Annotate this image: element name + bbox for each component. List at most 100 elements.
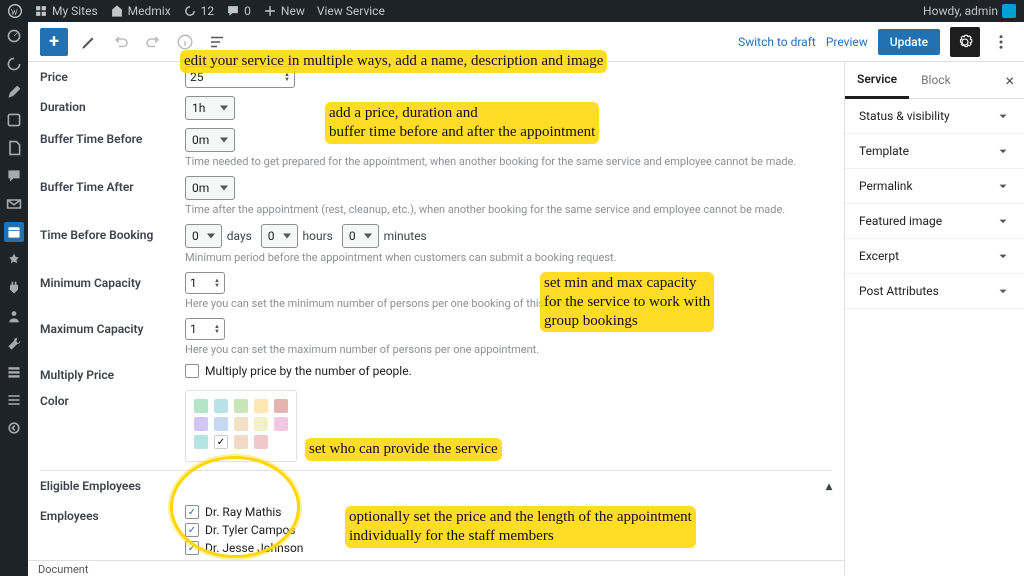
- comments-link[interactable]: 0: [226, 4, 251, 18]
- menu-settings[interactable]: [4, 362, 24, 382]
- swatch[interactable]: [194, 435, 208, 449]
- employee-checkbox[interactable]: [185, 541, 199, 555]
- duration-select[interactable]: 1h: [185, 96, 235, 120]
- more-icon[interactable]: [990, 31, 1012, 53]
- swatch[interactable]: [194, 417, 208, 431]
- menu-media[interactable]: [4, 110, 24, 130]
- price-input[interactable]: 25▲▼: [185, 66, 295, 88]
- spinner-icon[interactable]: ▲▼: [214, 278, 220, 288]
- menu-mail[interactable]: [4, 194, 24, 214]
- tbb-days-l: days: [227, 229, 252, 243]
- footer-breadcrumb[interactable]: Document: [28, 560, 844, 576]
- eligible-employees-section[interactable]: Eligible Employees ▴: [40, 470, 832, 501]
- min-cap-input[interactable]: 1▲▼: [185, 272, 225, 294]
- redo-icon[interactable]: [142, 31, 164, 53]
- buffer-before-hint: Time needed to get prepared for the appo…: [185, 155, 832, 168]
- updates-link[interactable]: 12: [183, 4, 215, 18]
- sitename-link[interactable]: Medmix: [110, 4, 171, 18]
- menu-tools[interactable]: [4, 334, 24, 354]
- new-link[interactable]: New: [263, 4, 305, 18]
- comments-count: 0: [244, 4, 251, 18]
- chevron-down-icon: [996, 214, 1010, 228]
- multiply-cb-label: Multiply price by the number of people.: [205, 364, 412, 378]
- info-icon[interactable]: [174, 31, 196, 53]
- swatch-selected[interactable]: ✓: [214, 435, 228, 449]
- menu-bookit[interactable]: [4, 222, 24, 242]
- editor-toolbar: + Switch to draft Preview Update: [28, 22, 1024, 62]
- panel-template[interactable]: Template: [845, 134, 1024, 169]
- chevron-down-icon: [996, 284, 1010, 298]
- panel-permalink[interactable]: Permalink: [845, 169, 1024, 204]
- howdy-link[interactable]: Howdy, admin: [923, 4, 1016, 18]
- undo-icon[interactable]: [110, 31, 132, 53]
- settings-gear-button[interactable]: [950, 27, 980, 57]
- tbb-days-select[interactable]: 0: [185, 224, 222, 248]
- max-cap-label: Maximum Capacity: [40, 318, 185, 336]
- swatch[interactable]: [234, 417, 248, 431]
- chevron-down-icon: [996, 109, 1010, 123]
- duration-label: Duration: [40, 96, 185, 114]
- employee-name: Dr. Ray Mathis: [205, 505, 282, 519]
- menu-dashboard[interactable]: [4, 26, 24, 46]
- panel-post-attributes[interactable]: Post Attributes: [845, 274, 1024, 309]
- spinner-icon[interactable]: ▲▼: [214, 324, 220, 334]
- view-service-link[interactable]: View Service: [317, 4, 385, 18]
- swatch[interactable]: [234, 435, 248, 449]
- employee-checkbox[interactable]: [185, 523, 199, 537]
- color-label: Color: [40, 390, 185, 408]
- swatch[interactable]: [234, 399, 248, 413]
- menu-users[interactable]: [4, 306, 24, 326]
- panel-status[interactable]: Status & visibility: [845, 99, 1024, 134]
- min-cap-label: Minimum Capacity: [40, 272, 185, 290]
- multiply-checkbox[interactable]: [185, 364, 199, 378]
- edit-icon[interactable]: [78, 31, 100, 53]
- swatch[interactable]: [194, 399, 208, 413]
- swatch[interactable]: [274, 417, 288, 431]
- menu-comments[interactable]: [4, 166, 24, 186]
- close-settings-icon[interactable]: ×: [995, 71, 1024, 90]
- menu-pages[interactable]: [4, 138, 24, 158]
- viewservice-label: View Service: [317, 4, 385, 18]
- chevron-up-icon: ▴: [826, 479, 832, 493]
- swatch[interactable]: [274, 399, 288, 413]
- updates-count: 12: [201, 4, 215, 18]
- swatch[interactable]: [214, 417, 228, 431]
- update-button[interactable]: Update: [878, 29, 940, 55]
- tbb-label: Time Before Booking: [40, 224, 185, 242]
- outline-icon[interactable]: [206, 31, 228, 53]
- swatch[interactable]: [214, 399, 228, 413]
- tbb-hint: Minimum period before the appointment wh…: [185, 251, 832, 264]
- max-cap-hint: Here you can set the maximum number of p…: [185, 343, 832, 356]
- spinner-icon[interactable]: ▲▼: [284, 72, 290, 82]
- settings-panel: Service Block × Status & visibility Temp…: [844, 62, 1024, 576]
- swatch[interactable]: [254, 435, 268, 449]
- tab-block[interactable]: Block: [909, 63, 963, 97]
- swatch[interactable]: [254, 417, 268, 431]
- tbb-hours-select[interactable]: 0: [261, 224, 298, 248]
- wp-logo[interactable]: [8, 4, 22, 18]
- buffer-after-select[interactable]: 0m: [185, 176, 235, 200]
- buffer-before-select[interactable]: 0m: [185, 128, 235, 152]
- switch-draft-link[interactable]: Switch to draft: [738, 35, 816, 49]
- menu-posts[interactable]: [4, 82, 24, 102]
- chevron-down-icon: [996, 249, 1010, 263]
- preview-link[interactable]: Preview: [826, 35, 868, 49]
- menu-updates[interactable]: [4, 54, 24, 74]
- menu-plugins[interactable]: [4, 278, 24, 298]
- mysites-label: My Sites: [52, 4, 98, 18]
- menu-extra1[interactable]: [4, 390, 24, 410]
- swatch[interactable]: [254, 399, 268, 413]
- menu-collapse[interactable]: [4, 418, 24, 438]
- panel-featured-image[interactable]: Featured image: [845, 204, 1024, 239]
- add-block-button[interactable]: +: [40, 28, 68, 56]
- panel-excerpt[interactable]: Excerpt: [845, 239, 1024, 274]
- employee-checkbox[interactable]: [185, 505, 199, 519]
- employee-name: Dr. Tyler Campos: [205, 523, 296, 537]
- tab-service[interactable]: Service: [845, 62, 909, 99]
- mysites-link[interactable]: My Sites: [34, 4, 98, 18]
- tbb-mins-select[interactable]: 0: [342, 224, 379, 248]
- max-cap-input[interactable]: 1▲▼: [185, 318, 225, 340]
- menu-appearance[interactable]: [4, 250, 24, 270]
- chevron-down-icon: [996, 144, 1010, 158]
- adminmenu: [0, 22, 28, 576]
